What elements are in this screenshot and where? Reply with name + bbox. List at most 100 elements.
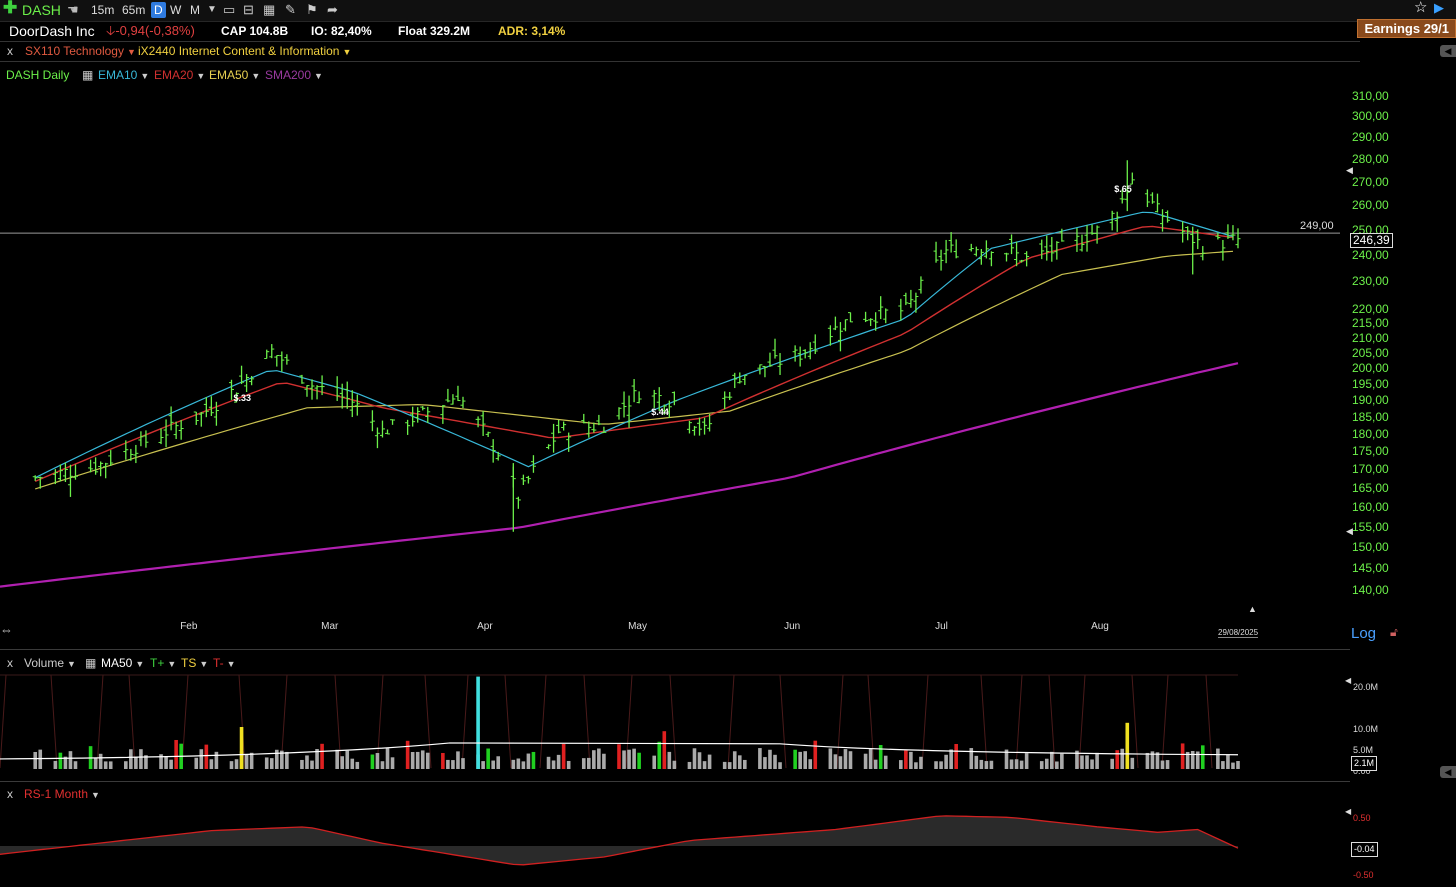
play-icon[interactable]: ▶ xyxy=(1434,0,1444,16)
ema10-line[interactable] xyxy=(34,211,1234,479)
hand-icon[interactable]: ☚ xyxy=(67,2,79,18)
rs-axis-neg: -0.50 xyxy=(1353,870,1374,880)
price-tick: 230,00 xyxy=(1352,274,1389,289)
volume-bar xyxy=(793,749,797,769)
volume-bar xyxy=(899,760,903,769)
axis-scroll-left-icon[interactable]: ◀ xyxy=(1346,165,1353,176)
volume-bar xyxy=(320,743,324,769)
volume-bar xyxy=(909,751,913,769)
volume-bar xyxy=(914,762,918,769)
volume-bar xyxy=(1014,759,1019,769)
volume-current-badge: 2.1M xyxy=(1351,756,1378,771)
volume-bar xyxy=(38,749,43,769)
earnings-badge: Earnings 29/1 xyxy=(1357,19,1456,38)
volume-bar xyxy=(737,755,742,769)
ohlc-bars[interactable] xyxy=(32,160,1241,532)
volume-bar xyxy=(1060,753,1064,769)
vol-scroll-icon[interactable]: ◀ xyxy=(1345,676,1351,685)
scroll-up-icon[interactable]: ▲ xyxy=(1248,604,1257,614)
float-shares: Float 329.2M xyxy=(398,24,471,38)
rs-chart[interactable] xyxy=(0,782,1350,887)
volume-bar xyxy=(425,752,430,769)
volume-bar xyxy=(944,754,948,769)
star-icon[interactable]: ☆ xyxy=(1414,0,1427,16)
volume-bar xyxy=(687,761,692,769)
month-tick: Feb xyxy=(180,621,198,632)
text-tool-icon[interactable]: ▭ xyxy=(223,2,235,18)
axis-scroll-left-icon-2[interactable]: ◀ xyxy=(1346,526,1353,537)
volume-bar xyxy=(551,760,556,769)
right-scroll-tab-2[interactable]: ◀ xyxy=(1440,766,1456,778)
earnings-label[interactable]: $.44 xyxy=(651,407,669,417)
volume-bar xyxy=(833,754,838,769)
interval-monthly[interactable]: M xyxy=(190,2,200,18)
volume-bar xyxy=(592,750,596,769)
month-tick: May xyxy=(628,621,647,632)
volume-bar xyxy=(939,761,943,769)
volume-bar xyxy=(863,753,868,769)
interval-15m[interactable]: 15m xyxy=(91,2,114,18)
price-tick: 185,00 xyxy=(1352,409,1389,424)
sector-link[interactable]: SX110 Technology ▼ xyxy=(25,43,136,60)
volume-bar xyxy=(93,757,98,769)
volume-bar xyxy=(1009,759,1014,769)
interval-65m[interactable]: 65m xyxy=(122,2,145,18)
volume-bar xyxy=(169,759,173,769)
volume-chart[interactable] xyxy=(0,650,1350,780)
price-tick: 270,00 xyxy=(1352,174,1389,189)
volume-bar xyxy=(380,761,385,769)
volume-bar xyxy=(446,759,450,769)
volume-bar xyxy=(662,731,667,769)
grid-tool-icon[interactable]: ▦ xyxy=(263,2,275,18)
expand-icon[interactable]: ⇔ xyxy=(0,622,13,637)
volume-bar xyxy=(415,751,420,769)
rs-scroll-icon[interactable]: ◀ xyxy=(1345,807,1351,816)
interval-weekly[interactable]: W xyxy=(170,2,181,18)
log-scale-button[interactable]: Log xyxy=(1351,625,1376,642)
dropdown-icon[interactable]: ▼ xyxy=(207,2,217,18)
flag-icon[interactable]: ⚑ xyxy=(306,2,318,18)
volume-bar xyxy=(597,748,601,769)
industry-link[interactable]: iX2440 Internet Content & Information ▼ xyxy=(138,43,351,60)
sector-text: SX110 Technology xyxy=(25,44,124,58)
sma200-line[interactable] xyxy=(0,362,1239,588)
volume-bar xyxy=(461,758,465,769)
indicator-tool-icon[interactable]: ⊟ xyxy=(243,2,254,18)
volume-bar xyxy=(305,755,309,769)
sector-dropdown-icon: ▼ xyxy=(126,47,136,57)
volume-bar xyxy=(33,751,38,769)
right-scroll-tab[interactable]: ◀ xyxy=(1440,45,1456,57)
volume-bar xyxy=(617,744,621,769)
share-icon[interactable]: ➦ xyxy=(327,2,338,18)
volume-bar xyxy=(732,751,737,769)
interval-daily[interactable]: D xyxy=(151,2,166,18)
info-bar: DoorDash Inc 🡣-0,94(-0,38%) CAP 104.8B I… xyxy=(0,21,1360,41)
lock-icon[interactable]: 🔓︎ xyxy=(1390,625,1398,640)
volume-bar xyxy=(335,749,339,769)
volume-bar xyxy=(587,757,591,769)
volume-bar xyxy=(974,755,979,769)
rs-area xyxy=(0,815,1238,865)
price-chart[interactable]: 249,00 $.33 $.44 $.65 xyxy=(0,60,1350,645)
pencil-icon[interactable]: ✎ xyxy=(285,2,296,18)
adr-value: ADR: 3,14% xyxy=(498,24,566,38)
ema50-line[interactable] xyxy=(35,250,1234,490)
price-tick: 180,00 xyxy=(1352,426,1389,441)
volume-bar xyxy=(1155,752,1160,769)
earnings-label[interactable]: $.65 xyxy=(1114,184,1132,194)
level-label: 249,00 xyxy=(1300,220,1334,232)
add-symbol-button[interactable]: ✚ xyxy=(3,0,17,16)
price-tick: 175,00 xyxy=(1352,444,1389,459)
volume-bar xyxy=(345,750,350,769)
volume-bar xyxy=(285,751,289,769)
sector-close-button[interactable]: x xyxy=(7,43,13,59)
volume-bar xyxy=(1120,748,1125,769)
earnings-label[interactable]: $.33 xyxy=(234,393,252,403)
symbol-label[interactable]: DASH xyxy=(22,2,61,18)
price-tick: 140,00 xyxy=(1352,583,1389,597)
volume-bar xyxy=(758,748,762,769)
price-tick: 170,00 xyxy=(1352,462,1389,477)
month-tick: Aug xyxy=(1091,621,1109,632)
ema20-line[interactable] xyxy=(34,225,1234,483)
volume-bar xyxy=(652,755,657,769)
